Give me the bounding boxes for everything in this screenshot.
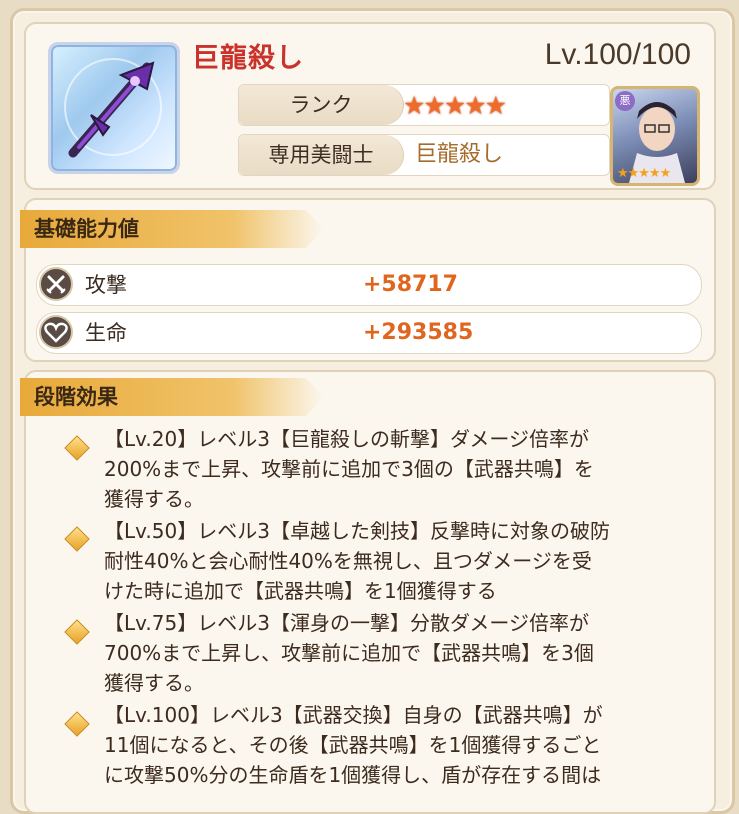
weapon-name: 巨龍殺し <box>192 43 304 74</box>
exclusive-value: 巨龍殺し <box>415 142 504 167</box>
stat-label-life: 生命 <box>85 321 127 345</box>
heart-icon <box>39 315 73 349</box>
stat-label-attack: 攻撃 <box>85 273 127 297</box>
stat-row-life: 生命 +293585 <box>36 312 702 354</box>
rank-row: ランク ★★★★★ <box>238 84 610 126</box>
stage-effect-lv50: 【Lv.50】レベル3【卓越した剣技】反撃時に対象の破防 耐性40%と会心耐性4… <box>104 519 610 603</box>
portrait-stars: ★★★★★ <box>617 166 671 181</box>
rank-label: ランク <box>239 85 404 125</box>
stage-effect-lv20: 【Lv.20】レベル3【巨龍殺しの斬撃】ダメージ倍率が 200%まで上昇、攻撃前… <box>104 427 594 511</box>
weapon-icon[interactable] <box>48 42 180 174</box>
stat-value-attack: +58717 <box>363 272 458 297</box>
stage-effect-lv100: 【Lv.100】レベル3【武器交換】自身の【武器共鳴】が 11個になると、その後… <box>104 703 603 787</box>
exclusive-label: 専用美闘士 <box>239 135 404 175</box>
character-badge: 悪 <box>615 91 635 111</box>
stage-effect-lv75: 【Lv.75】レベル3【渾身の一撃】分散ダメージ倍率が 700%まで上昇し、攻撃… <box>104 611 594 695</box>
rank-stars: ★★★★★ <box>403 91 507 120</box>
crossed-swords-icon <box>39 267 73 301</box>
stage-effects-title: 段階効果 <box>20 378 324 416</box>
weapon-level: Lv.100/100 <box>544 38 691 71</box>
stat-row-attack: 攻撃 +58717 <box>36 264 702 306</box>
base-stats-title: 基礎能力値 <box>20 210 324 248</box>
character-portrait[interactable]: 悪 ★★★★★ <box>610 86 700 186</box>
stat-value-life: +293585 <box>363 320 474 345</box>
exclusive-row: 専用美闘士 巨龍殺し <box>238 134 610 176</box>
